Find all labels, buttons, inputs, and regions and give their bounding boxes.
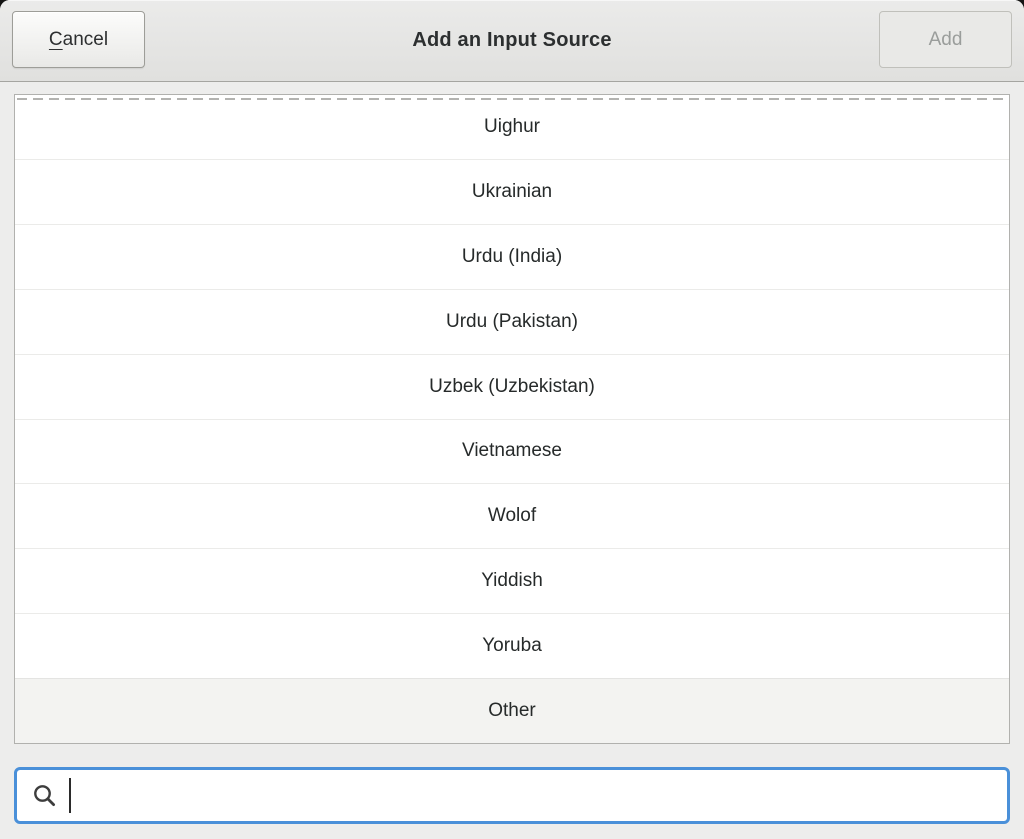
list-item-label: Yoruba <box>482 635 542 657</box>
scroll-undershoot-indicator <box>17 98 1007 100</box>
list-item[interactable]: Urdu (India) <box>15 224 1009 289</box>
list-item[interactable]: Wolof <box>15 483 1009 548</box>
list-item[interactable]: Uighur <box>15 95 1009 159</box>
cancel-button-label: Cancel <box>49 29 108 51</box>
add-input-source-dialog: Add an Input Source Cancel Add Uighur Ukr… <box>0 0 1024 839</box>
list-item[interactable]: Urdu (Pakistan) <box>15 289 1009 354</box>
cancel-button[interactable]: Cancel <box>12 11 145 68</box>
list-item-label: Urdu (India) <box>462 246 562 268</box>
list-item-label: Ukrainian <box>472 181 552 203</box>
list-item-label: Urdu (Pakistan) <box>446 311 578 333</box>
search-icon <box>31 782 58 809</box>
list-item-label: Uzbek (Uzbekistan) <box>429 376 595 398</box>
list-item-label: Wolof <box>488 505 536 527</box>
list-item-label: Vietnamese <box>462 440 562 462</box>
list-item[interactable]: Vietnamese <box>15 419 1009 484</box>
add-button-label: Add <box>929 29 963 51</box>
dialog-title: Add an Input Source <box>160 0 864 81</box>
list-item[interactable]: Yiddish <box>15 548 1009 613</box>
list-item-label: Yiddish <box>481 570 543 592</box>
list-item-label: Other <box>488 700 536 722</box>
input-source-list: Uighur Ukrainian Urdu (India) Urdu (Pakista… <box>15 95 1009 743</box>
search-input[interactable] <box>71 770 1007 821</box>
list-item[interactable]: Yoruba <box>15 613 1009 678</box>
list-item[interactable]: Uzbek (Uzbekistan) <box>15 354 1009 419</box>
list-item[interactable]: Other <box>15 678 1009 743</box>
add-button[interactable]: Add <box>879 11 1012 68</box>
input-source-list-frame: Uighur Ukrainian Urdu (India) Urdu (Pakista… <box>14 94 1010 744</box>
list-item-label: Uighur <box>484 116 540 138</box>
list-item[interactable]: Ukrainian <box>15 159 1009 224</box>
search-field[interactable] <box>14 767 1010 824</box>
header-bar: Add an Input Source Cancel Add <box>0 0 1024 82</box>
